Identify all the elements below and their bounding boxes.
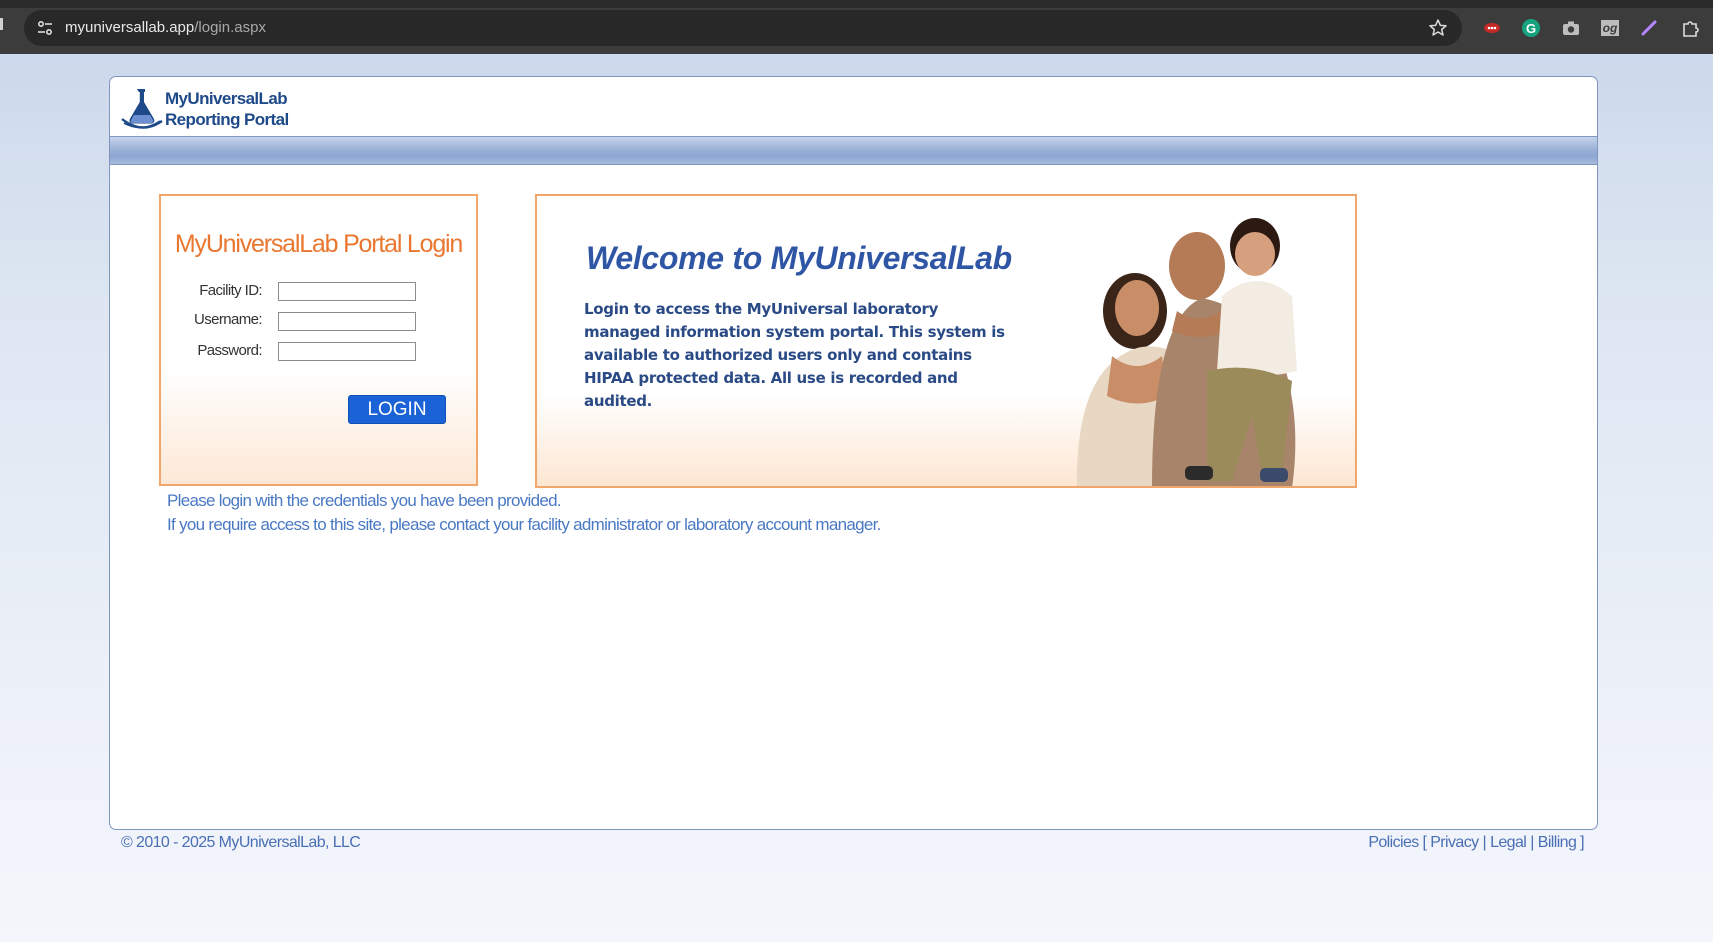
policies-link[interactable]: Policies — [1368, 834, 1419, 851]
family-photo — [1077, 218, 1297, 486]
access-instructions: If you require access to this site, plea… — [167, 515, 881, 534]
svg-text:G: G — [1526, 21, 1536, 36]
logo-line2: Reporting Portal — [165, 110, 289, 129]
url-text[interactable]: myuniversallab.app/login.aspx — [65, 19, 266, 36]
url-domain: myuniversallab.app — [65, 19, 195, 36]
login-box: MyUniversalLab Portal Login Facility ID:… — [159, 194, 478, 486]
lastpass-icon[interactable] — [1481, 17, 1503, 39]
og-label: og — [1600, 20, 1620, 36]
username-input[interactable] — [278, 312, 416, 331]
login-button[interactable]: LOGIN — [348, 395, 446, 424]
facility-id-label: Facility ID: — [199, 282, 262, 299]
welcome-title: Welcome to MyUniversalLab — [586, 240, 1012, 276]
site-settings-icon[interactable] — [36, 19, 54, 37]
facility-id-input[interactable] — [278, 282, 416, 301]
login-instructions: Please login with the credentials you ha… — [167, 491, 562, 510]
separator: | — [1530, 834, 1534, 851]
open-bracket: [ — [1422, 834, 1427, 851]
billing-link[interactable]: Billing — [1538, 834, 1577, 851]
tab-strip — [0, 0, 1713, 8]
header-bar — [110, 136, 1597, 165]
password-label: Password: — [197, 342, 262, 359]
logo[interactable]: MyUniversalLab Reporting Portal — [120, 85, 290, 133]
pen-icon[interactable] — [1638, 17, 1660, 39]
puzzle-icon[interactable] — [1679, 17, 1701, 39]
grammarly-icon[interactable]: G — [1520, 17, 1542, 39]
separator: | — [1482, 834, 1487, 851]
camera-icon[interactable] — [1560, 17, 1582, 39]
welcome-box: Welcome to MyUniversalLab Login to acces… — [535, 194, 1357, 488]
welcome-text: Login to access the MyUniversal laborato… — [584, 300, 1005, 410]
legal-link[interactable]: Legal — [1490, 834, 1527, 851]
main-panel: MyUniversalLab Reporting Portal MyUniver… — [109, 76, 1598, 830]
address-bar[interactable]: myuniversallab.app/login.aspx — [24, 10, 1462, 46]
username-label: Username: — [194, 311, 263, 328]
password-input[interactable] — [278, 342, 416, 361]
browser-toolbar: myuniversallab.app/login.aspx G og — [0, 0, 1713, 54]
flask-logo-icon — [121, 89, 163, 129]
privacy-link[interactable]: Privacy — [1430, 834, 1479, 851]
copyright-text: © 2010 - 2025 MyUniversalLab, LLC — [121, 834, 361, 851]
footer-links: Policies [ Privacy | Legal | Billing ] — [1368, 834, 1584, 852]
bookmark-star-icon[interactable] — [1428, 18, 1448, 38]
tab-edge — [0, 18, 3, 30]
logo-line1: MyUniversalLab — [165, 89, 288, 108]
og-icon[interactable]: og — [1599, 17, 1621, 39]
login-title: MyUniversalLab Portal Login — [174, 230, 463, 258]
close-bracket: ] — [1580, 834, 1584, 851]
url-path: /login.aspx — [194, 19, 266, 36]
